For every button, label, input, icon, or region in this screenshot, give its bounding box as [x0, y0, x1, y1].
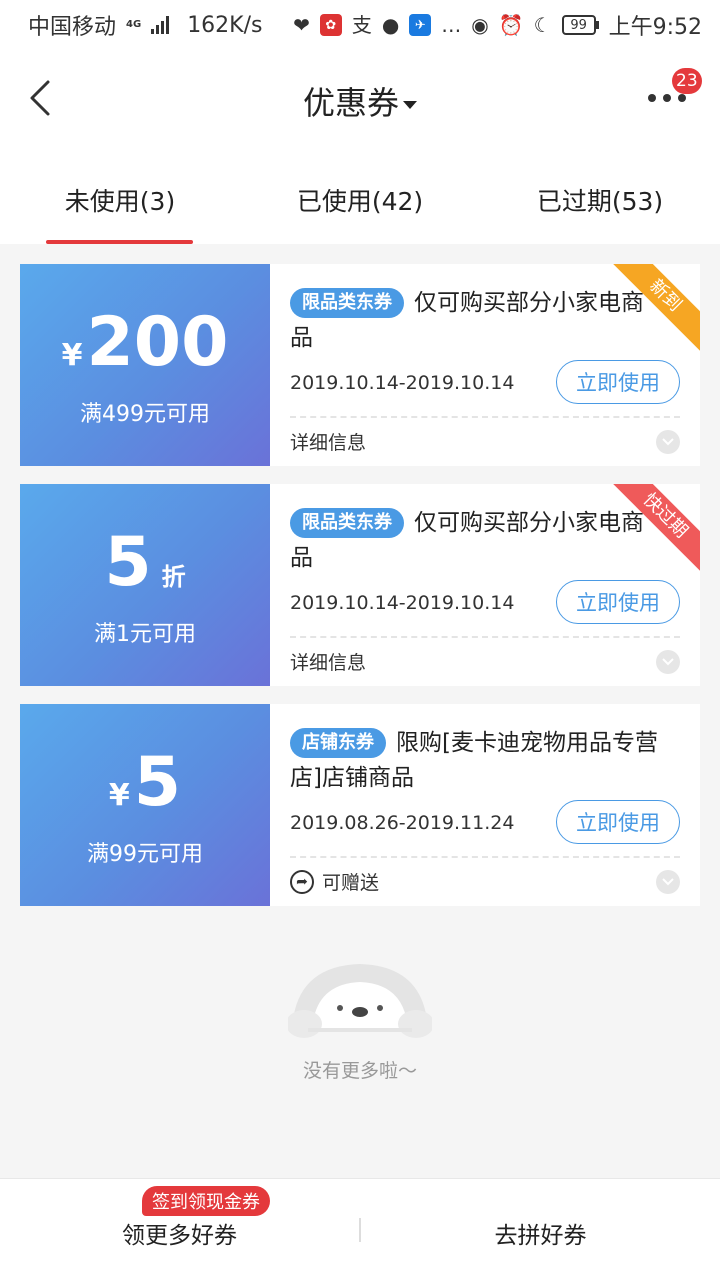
coupon-status-tabs: 未使用(3) 已使用(42) 已过期(53) — [0, 146, 720, 244]
coupon-card[interactable]: ¥ 200 满499元可用 限品类东券 仅可购买部分小家电商品 2019.10.1… — [20, 264, 700, 466]
battery-level: 99 — [561, 15, 596, 35]
alipay-icon: 支 — [351, 13, 372, 37]
gift-label: 可赠送 — [322, 872, 380, 894]
share-arrow-icon: ➦ — [290, 869, 314, 894]
status-bar: 中国移动 4G 162K/s ❤ ✿ 支 ● ✈ … ◉ ⏰ ☾ 99 上午9:… — [0, 0, 720, 50]
app-icon: ✿ — [319, 14, 342, 36]
coupon-type-tag: 店铺东券 — [290, 728, 386, 758]
page-title[interactable]: 优惠券 — [0, 78, 720, 124]
coupon-card[interactable]: ¥ 5 满99元可用 店铺东券 限购[麦卡迪宠物用品专营店]店铺商品 2019.0… — [20, 704, 700, 906]
tab-expired[interactable]: 已过期(53) — [480, 146, 720, 244]
coupon-value-panel: 5 折 满1元可用 — [20, 484, 270, 686]
coupon-validity-date: 2019.08.26-2019.11.24 — [290, 812, 515, 834]
coupon-info-panel: 店铺东券 限购[麦卡迪宠物用品专营店]店铺商品 2019.08.26-2019.1… — [270, 704, 700, 906]
signal-icon — [151, 16, 170, 34]
currency-symbol: ¥ — [108, 778, 130, 813]
dropdown-caret-icon — [403, 101, 417, 109]
no-more-text: 没有更多啦～ — [302, 1060, 417, 1082]
moon-icon: ☾ — [533, 13, 552, 37]
divider — [290, 636, 680, 638]
alarm-icon: ⏰ — [498, 13, 524, 37]
carrier-label: 中国移动 — [28, 15, 117, 40]
detail-label: 详细信息 — [290, 652, 367, 674]
gift-share-link[interactable]: ➦ 可赠送 — [290, 868, 379, 895]
bottom-action-bar: 领更多好券 去拼好券 — [0, 1178, 720, 1280]
coupon-info-panel: 限品类东券 仅可购买部分小家电商品 2019.10.14-2019.10.14 立… — [270, 264, 700, 466]
use-now-button[interactable]: 立即使用 — [556, 800, 680, 844]
expand-chevron-icon[interactable] — [656, 870, 680, 894]
use-now-button[interactable]: 立即使用 — [556, 580, 680, 624]
coupon-card[interactable]: 5 折 满1元可用 限品类东券 仅可购买部分小家电商品 2019.10.14-20… — [20, 484, 700, 686]
heart-rate-icon: ❤ — [293, 13, 310, 37]
tab-used[interactable]: 已使用(42) — [240, 146, 480, 244]
divider — [290, 416, 680, 418]
clock: 上午9:52 — [608, 15, 702, 40]
app-icon: ✈ — [409, 14, 432, 36]
network-speed: 162K/s — [187, 12, 263, 38]
coupon-condition: 满499元可用 — [80, 402, 210, 427]
coupon-validity-date: 2019.10.14-2019.10.14 — [290, 372, 515, 394]
coupon-type-tag: 限品类东券 — [290, 288, 404, 318]
use-now-button[interactable]: 立即使用 — [556, 360, 680, 404]
coupon-value-panel: ¥ 5 满99元可用 — [20, 704, 270, 906]
discount-unit: 折 — [161, 563, 186, 591]
tab-unused[interactable]: 未使用(3) — [0, 146, 240, 244]
expand-chevron-icon[interactable] — [656, 650, 680, 674]
chat-icon: ● — [381, 13, 400, 37]
coupon-amount: 200 — [86, 303, 229, 382]
coupon-info-panel: 限品类东券 仅可购买部分小家电商品 2019.10.14-2019.10.14 立… — [270, 484, 700, 686]
page-title-text: 优惠券 — [302, 84, 399, 122]
detail-info-link[interactable]: 详细信息 — [290, 648, 366, 675]
coupon-value-panel: ¥ 200 满499元可用 — [20, 264, 270, 466]
coupon-validity-date: 2019.10.14-2019.10.14 — [290, 592, 515, 614]
more-icon: … — [441, 13, 462, 37]
detail-info-link[interactable]: 详细信息 — [290, 428, 366, 455]
coupon-condition: 满99元可用 — [87, 842, 203, 867]
divider — [290, 856, 680, 858]
expand-chevron-icon[interactable] — [656, 430, 680, 454]
coupon-amount: 5 — [104, 523, 152, 602]
group-coupons-button[interactable]: 去拼好券 — [361, 1210, 720, 1250]
coupon-amount: 5 — [133, 743, 182, 822]
coupon-condition: 满1元可用 — [94, 622, 196, 647]
app-header: 优惠券 23 — [0, 50, 720, 146]
network-type: 4G — [126, 19, 142, 30]
coupon-type-tag: 限品类东券 — [290, 508, 404, 538]
eye-icon: ◉ — [471, 13, 489, 37]
battery-icon: 99 — [561, 15, 599, 35]
detail-label: 详细信息 — [290, 432, 367, 454]
message-count-badge: 23 — [672, 68, 702, 94]
currency-symbol: ¥ — [61, 338, 83, 373]
mascot-dog-icon — [288, 964, 432, 1038]
promo-badge: 签到领现金券 — [142, 1186, 270, 1216]
